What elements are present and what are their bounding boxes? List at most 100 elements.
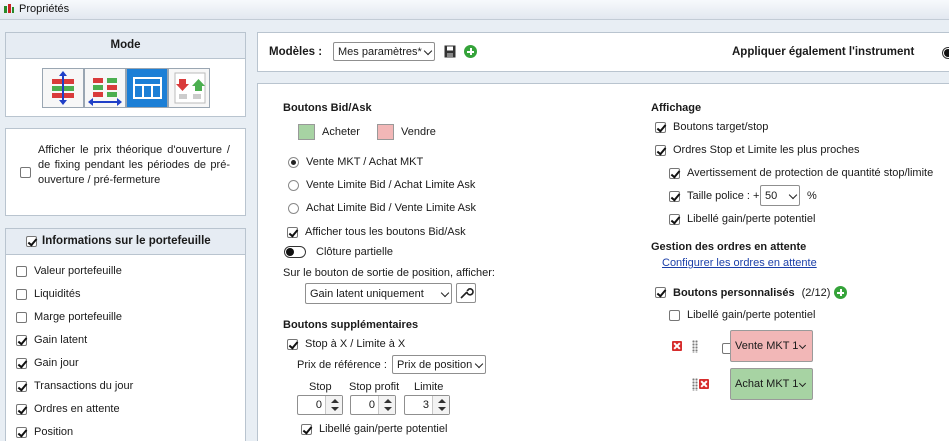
chevron-down-icon <box>474 359 484 369</box>
custom-buttons-checkbox[interactable] <box>655 287 666 298</box>
custom-gain-loss-item[interactable]: Libellé gain/perte potentiel <box>669 309 815 321</box>
display-gain-loss-item[interactable]: Libellé gain/perte potentiel <box>669 213 815 225</box>
mode-grid-button[interactable] <box>126 68 168 108</box>
radio-mkt[interactable]: Vente MKT / Achat MKT <box>288 156 423 168</box>
stop-stepper[interactable]: 0 <box>297 395 343 415</box>
radio-mkt-button[interactable] <box>288 156 299 168</box>
exit-button-select[interactable]: Gain latent uniquement <box>305 283 452 304</box>
drag-handle-icon[interactable] <box>692 340 698 353</box>
pending-config-link[interactable]: Configurer les ordres en attente <box>662 257 817 269</box>
save-icon[interactable] <box>444 45 456 58</box>
arrow-up-icon[interactable] <box>331 399 339 403</box>
custom-button-sell-mkt[interactable]: Vente MKT 1 <box>730 330 813 362</box>
custom-buttons-header[interactable]: Boutons personnalisés (2/12) <box>655 286 848 299</box>
arrow-up-icon[interactable] <box>438 399 446 403</box>
portfolio-title: Informations sur le portefeuille <box>42 235 211 247</box>
extra-gain-loss-checkbox[interactable] <box>301 423 312 435</box>
portfolio-item[interactable]: Marge portefeuille <box>16 311 122 323</box>
portfolio-item[interactable]: Valeur portefeuille <box>16 265 122 277</box>
portfolio-info-checkbox[interactable] <box>26 236 37 247</box>
portfolio-item-checkbox[interactable] <box>16 357 27 369</box>
stop-x-label: Stop à X / Limite à X <box>305 338 406 350</box>
portfolio-item[interactable]: Transactions du jour <box>16 380 133 392</box>
buy-color-swatch[interactable] <box>298 124 315 140</box>
stop-profit-stepper-arrows[interactable] <box>378 396 395 414</box>
font-size-select[interactable]: 50 <box>760 185 800 206</box>
limit-stepper-arrows[interactable] <box>432 396 449 414</box>
delete-icon[interactable] <box>672 341 682 351</box>
partial-close-toggle[interactable] <box>284 246 306 258</box>
ref-price-label: Prix de référence : <box>297 359 387 371</box>
limit-value: 3 <box>422 399 429 411</box>
stop-x-checkbox[interactable] <box>287 338 298 350</box>
delete-icon[interactable] <box>699 379 710 389</box>
font-size-value: 50 <box>765 189 778 202</box>
mode-bid-ask-horizontal-button[interactable] <box>84 68 126 108</box>
exit-settings-button[interactable] <box>456 283 476 303</box>
radio-limit-bid-ask-button[interactable] <box>288 179 299 191</box>
target-stop-item[interactable]: Boutons target/stop <box>655 121 768 133</box>
display-gain-loss-checkbox[interactable] <box>669 213 680 225</box>
portfolio-panel-header: Informations sur le portefeuille <box>6 229 245 255</box>
radio-limit-bid-ask[interactable]: Vente Limite Bid / Achat Limite Ask <box>288 179 475 191</box>
stop-profit-col-label: Stop profit <box>349 381 400 393</box>
add-custom-button-icon[interactable] <box>834 286 848 299</box>
portfolio-item-checkbox[interactable] <box>16 403 27 415</box>
portfolio-item-checkbox[interactable] <box>16 265 27 277</box>
add-model-icon[interactable] <box>464 45 477 58</box>
arrow-down-icon[interactable] <box>384 407 392 411</box>
portfolio-item[interactable]: Ordres en attente <box>16 403 120 415</box>
portfolio-item-checkbox[interactable] <box>16 380 27 392</box>
models-select-value: Mes paramètres* <box>338 45 422 58</box>
models-select[interactable]: Mes paramètres* <box>333 42 435 61</box>
portfolio-item-checkbox[interactable] <box>16 311 27 323</box>
portfolio-item-checkbox[interactable] <box>16 288 27 300</box>
chevron-down-icon <box>798 341 807 350</box>
arrow-up-icon[interactable] <box>384 399 392 403</box>
portfolio-item-checkbox[interactable] <box>16 334 27 346</box>
arrow-down-icon[interactable] <box>438 407 446 411</box>
exit-button-select-value: Gain latent uniquement <box>310 287 424 300</box>
drag-handle-icon[interactable] <box>692 378 698 391</box>
display-gain-loss-label: Libellé gain/perte potentiel <box>687 213 816 225</box>
apply-instrument-toggle[interactable] <box>942 47 949 59</box>
stop-x-item[interactable]: Stop à X / Limite à X <box>287 338 405 350</box>
stop-profit-stepper[interactable]: 0 <box>350 395 396 415</box>
portfolio-item-checkbox[interactable] <box>16 426 27 438</box>
custom-gain-loss-checkbox[interactable] <box>669 309 680 321</box>
stop-stepper-arrows[interactable] <box>325 396 342 414</box>
font-size-item[interactable]: Taille police : + <box>669 190 759 202</box>
ref-price-select[interactable]: Prix de position <box>392 355 486 374</box>
font-size-checkbox[interactable] <box>669 190 680 202</box>
portfolio-item[interactable]: Liquidités <box>16 288 80 300</box>
portfolio-item[interactable]: Gain jour <box>16 357 79 369</box>
custom-buttons-count: (2/12) <box>801 286 831 299</box>
nearest-orders-checkbox[interactable] <box>655 144 666 156</box>
mode-sell-buy-button[interactable] <box>168 68 210 108</box>
sell-color-item[interactable]: Vendre <box>377 124 436 140</box>
qty-warning-checkbox[interactable] <box>669 167 680 179</box>
portfolio-item[interactable]: Gain latent <box>16 334 87 346</box>
qty-warning-item[interactable]: Avertissement de protection de quantité … <box>669 167 933 179</box>
target-stop-checkbox[interactable] <box>655 121 666 133</box>
show-all-bid-ask-label: Afficher tous les boutons Bid/Ask <box>305 226 466 238</box>
buy-color-item[interactable]: Acheter <box>298 124 360 140</box>
display-title: Affichage <box>651 102 702 114</box>
radio-limit-ask-bid-label: Achat Limite Bid / Vente Limite Ask <box>306 202 476 214</box>
mode-bid-ask-vertical-button[interactable] <box>42 68 84 108</box>
radio-limit-ask-bid-button[interactable] <box>288 202 299 214</box>
arrow-down-icon[interactable] <box>331 407 339 411</box>
custom-button-buy-mkt[interactable]: Achat MKT 1 <box>730 368 813 400</box>
extra-gain-loss-item[interactable]: Libellé gain/perte potentiel <box>301 423 447 435</box>
radio-limit-ask-bid[interactable]: Achat Limite Bid / Vente Limite Ask <box>288 202 476 214</box>
sell-color-swatch[interactable] <box>377 124 394 140</box>
partial-close[interactable]: Clôture partielle <box>284 246 393 258</box>
portfolio-item[interactable]: Position <box>16 426 73 438</box>
theoretical-price-checkbox[interactable] <box>20 167 31 178</box>
limit-stepper[interactable]: 3 <box>404 395 450 415</box>
show-all-bid-ask[interactable]: Afficher tous les boutons Bid/Ask <box>287 226 466 238</box>
bid-ask-title: Boutons Bid/Ask <box>283 102 372 114</box>
portfolio-item-label: Gain latent <box>34 334 88 346</box>
nearest-orders-item[interactable]: Ordres Stop et Limite les plus proches <box>655 144 859 156</box>
show-all-bid-ask-checkbox[interactable] <box>287 226 298 238</box>
